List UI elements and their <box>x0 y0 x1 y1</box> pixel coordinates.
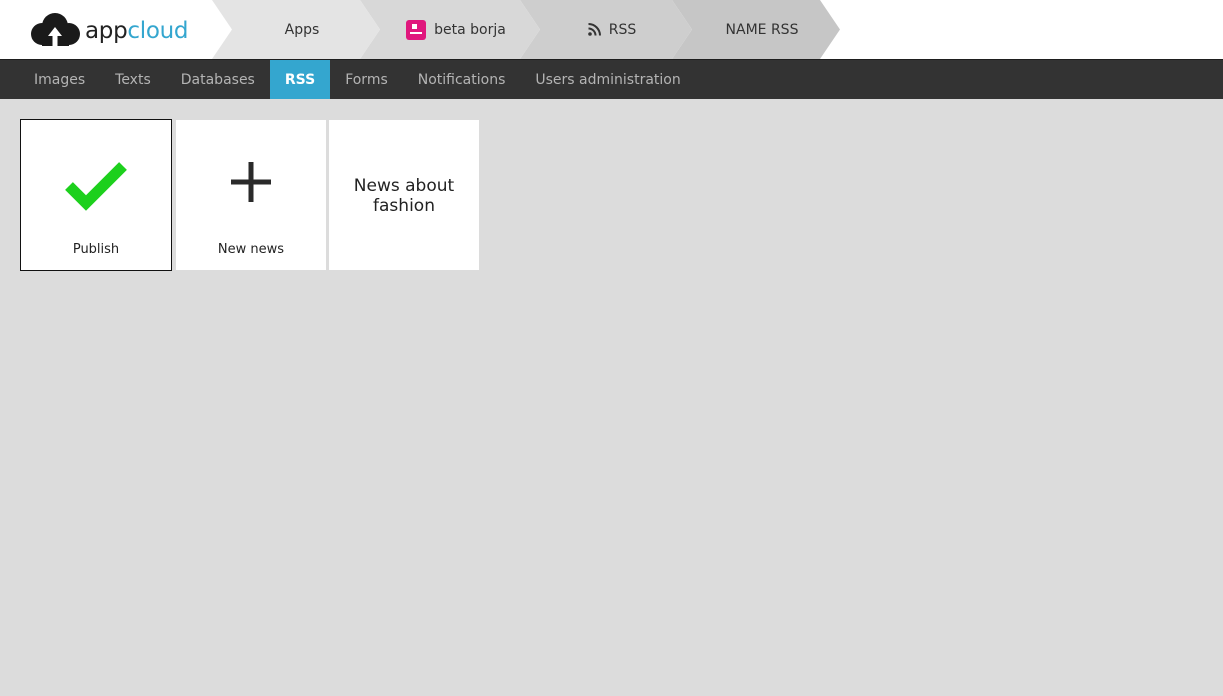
breadcrumb-apps[interactable]: Apps <box>212 0 380 59</box>
breadcrumb-name-rss[interactable]: NAME RSS <box>672 0 840 59</box>
app-header: appcloud Apps beta borja RSS NAME RSS <box>0 0 1223 59</box>
logo-text-app: app <box>85 17 128 44</box>
rss-feed-title: News about fashion <box>353 176 455 216</box>
nav-item-notifications[interactable]: Notifications <box>403 60 521 99</box>
nav-item-databases[interactable]: Databases <box>166 60 270 99</box>
breadcrumb-app-label: beta borja <box>434 21 506 38</box>
appcloud-logo[interactable]: appcloud <box>28 12 189 48</box>
logo-text-cloud: cloud <box>127 17 189 44</box>
cloud-upload-icon <box>31 13 80 46</box>
breadcrumb-rss-label: RSS <box>608 21 637 38</box>
section-nav: Images Texts Databases RSS Forms Notific… <box>0 59 1223 99</box>
breadcrumb-name-rss-label: NAME RSS <box>725 21 799 38</box>
new-news-label: New news <box>217 242 285 257</box>
nav-item-rss[interactable]: RSS <box>269 60 331 99</box>
checkmark-icon <box>65 162 127 211</box>
nav-item-images[interactable]: Images <box>19 60 100 99</box>
nav-item-forms[interactable]: Forms <box>330 60 403 99</box>
breadcrumb-app-beta-borja[interactable]: beta borja <box>360 0 540 59</box>
plus-icon <box>231 162 271 202</box>
rss-icon <box>587 23 601 36</box>
breadcrumb-rss[interactable]: RSS <box>520 0 692 59</box>
news-about-fashion-tile[interactable]: News about fashion <box>329 120 479 270</box>
app-badge-icon <box>406 19 427 40</box>
nav-item-users-administration[interactable]: Users administration <box>520 60 695 99</box>
breadcrumb: Apps beta borja RSS NAME RSS <box>212 0 842 59</box>
new-news-tile[interactable]: New news <box>176 120 326 270</box>
nav-item-texts[interactable]: Texts <box>100 60 166 99</box>
publish-label: Publish <box>72 242 120 257</box>
breadcrumb-apps-label: Apps <box>284 21 320 38</box>
publish-tile[interactable]: Publish <box>20 119 172 271</box>
